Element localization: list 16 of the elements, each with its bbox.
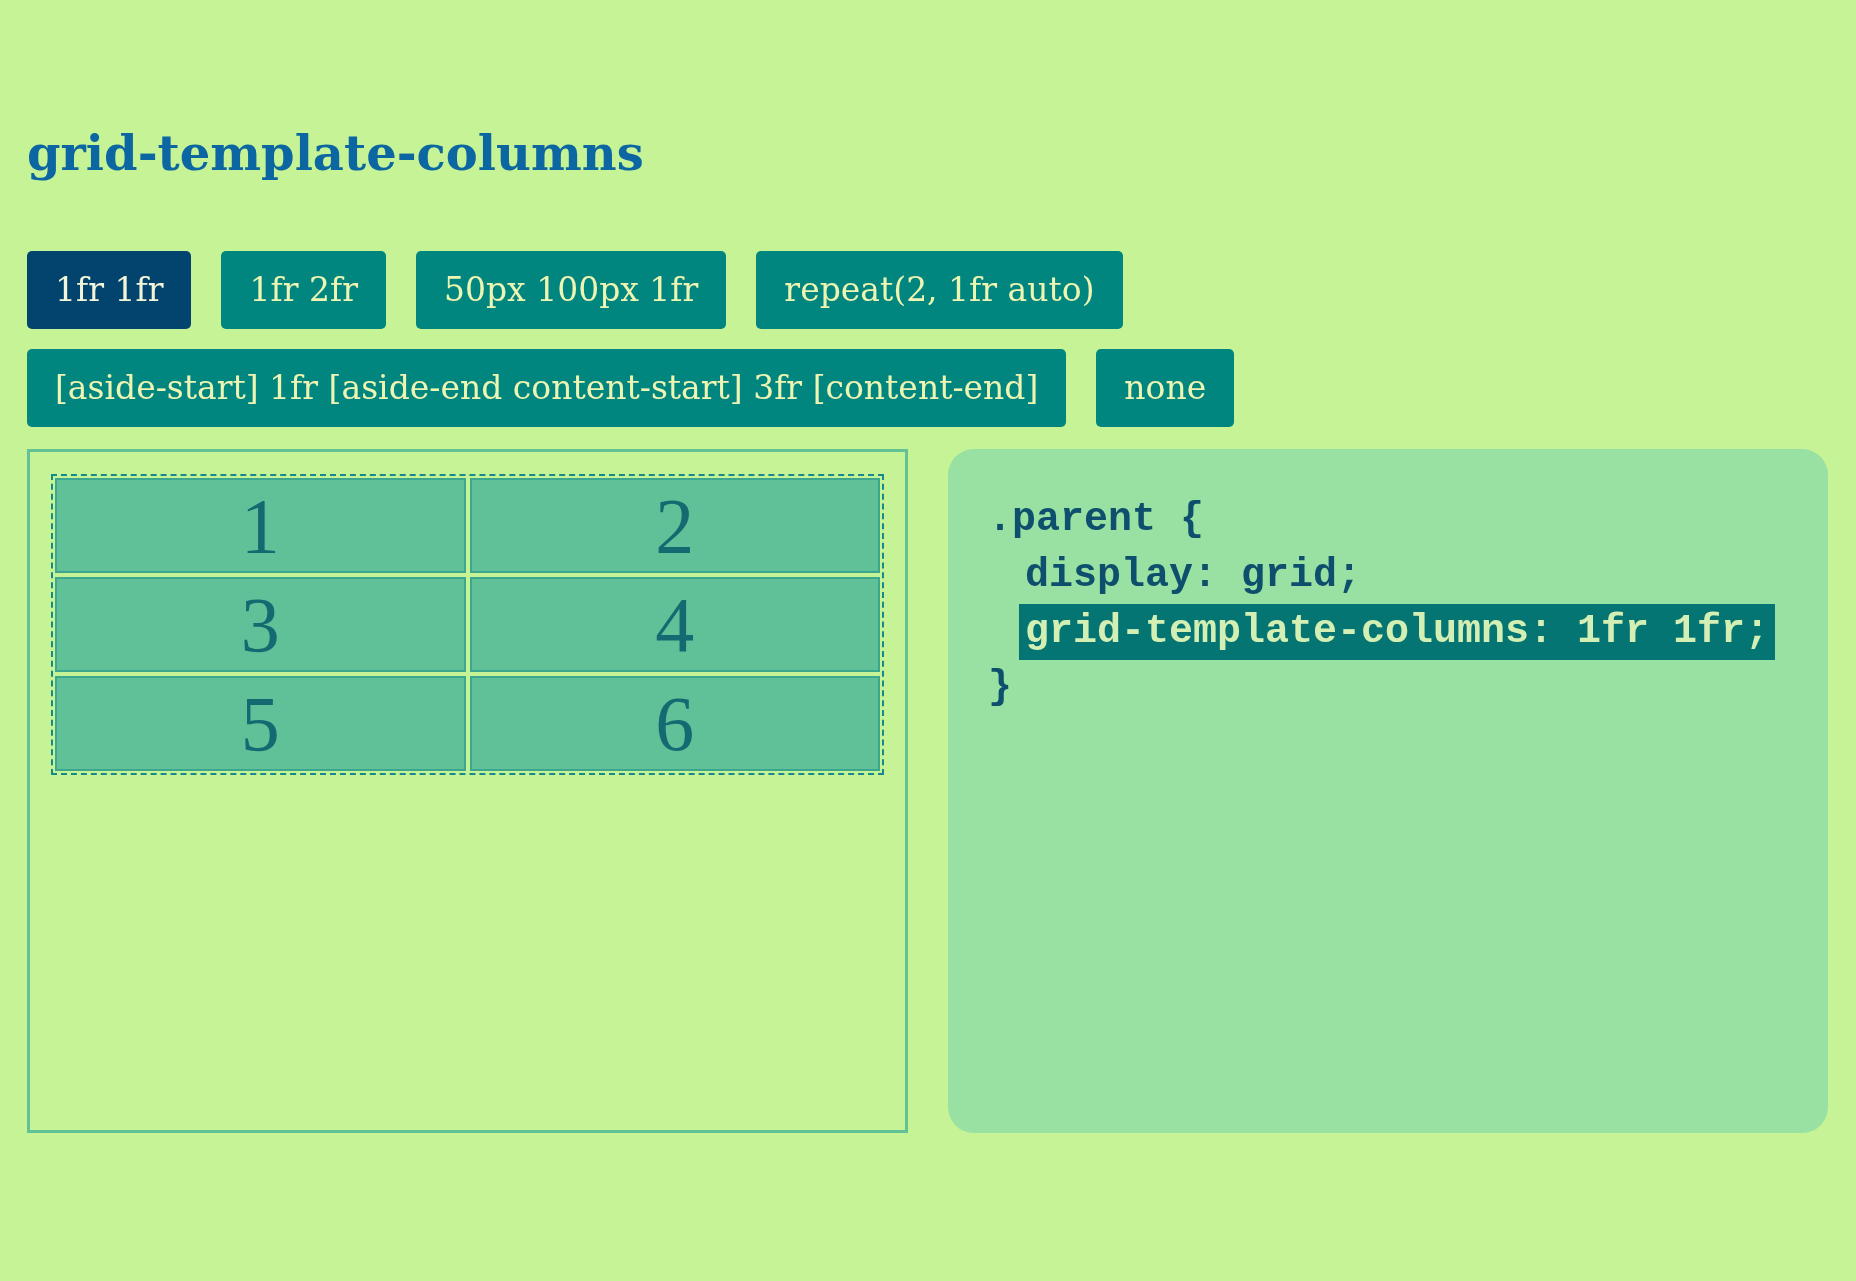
code-line: } <box>988 663 1012 712</box>
grid-item: 2 <box>469 477 880 573</box>
option-button[interactable]: [aside-start] 1fr [aside-end content-start] 3fr [content-end] <box>27 348 1067 427</box>
grid-item: 1 <box>55 477 466 573</box>
option-button[interactable]: 1fr 2fr <box>221 250 386 329</box>
grid-item: 5 <box>55 675 466 771</box>
option-button[interactable]: none <box>1096 348 1235 427</box>
grid-item: 4 <box>469 576 880 672</box>
option-button[interactable]: 50px 100px 1fr <box>415 250 727 329</box>
option-button[interactable]: 1fr 1fr <box>27 250 192 329</box>
grid-item: 3 <box>55 576 466 672</box>
option-button[interactable]: repeat(2, 1fr auto) <box>756 250 1123 329</box>
code-line: display: grid; <box>1024 551 1363 600</box>
grid-item: 6 <box>469 675 880 771</box>
page-title: grid-template-columns <box>27 125 645 183</box>
code-line: .parent { <box>988 495 1205 544</box>
